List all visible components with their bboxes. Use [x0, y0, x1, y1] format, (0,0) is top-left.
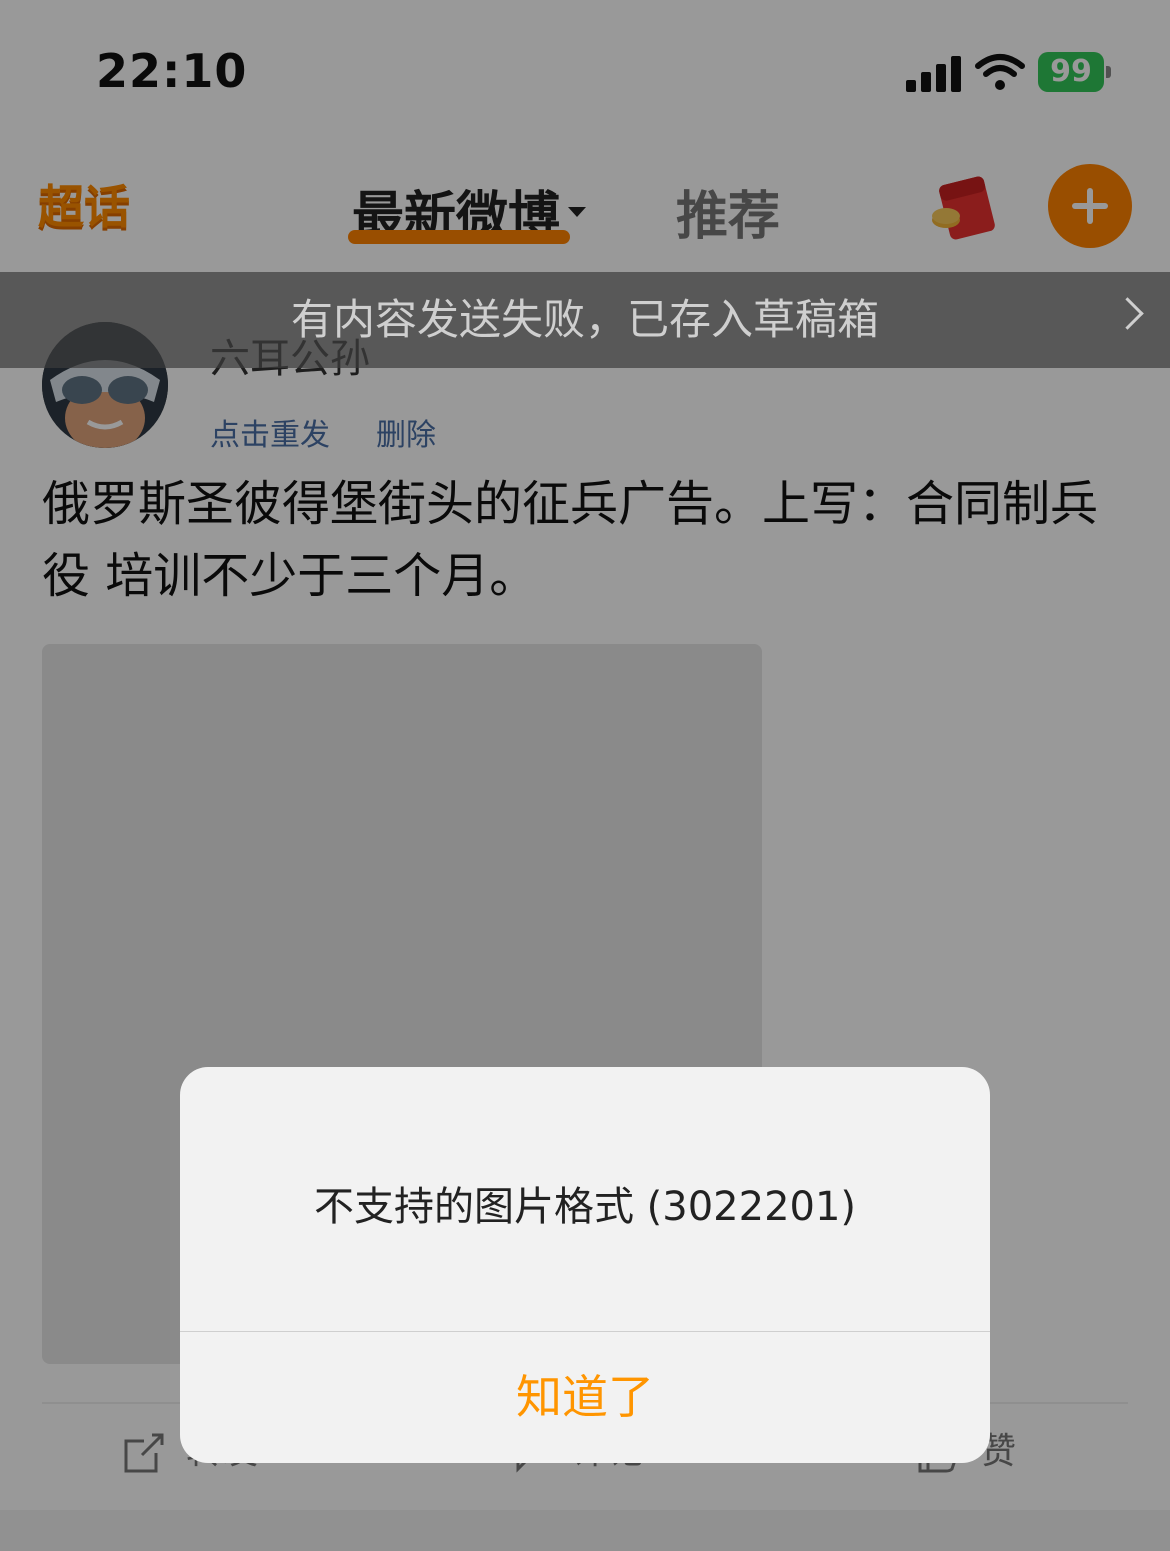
alert-message: 不支持的图片格式 (3022201)	[313, 1184, 857, 1230]
send-failed-banner[interactable]: 有内容发送失败，已存入草稿箱	[0, 272, 1170, 368]
alert-dialog: 不支持的图片格式 (3022201) 知道了	[180, 1067, 990, 1463]
ok-button[interactable]: 知道了	[180, 1332, 990, 1463]
banner-text: 有内容发送失败，已存入草稿箱	[290, 295, 879, 344]
